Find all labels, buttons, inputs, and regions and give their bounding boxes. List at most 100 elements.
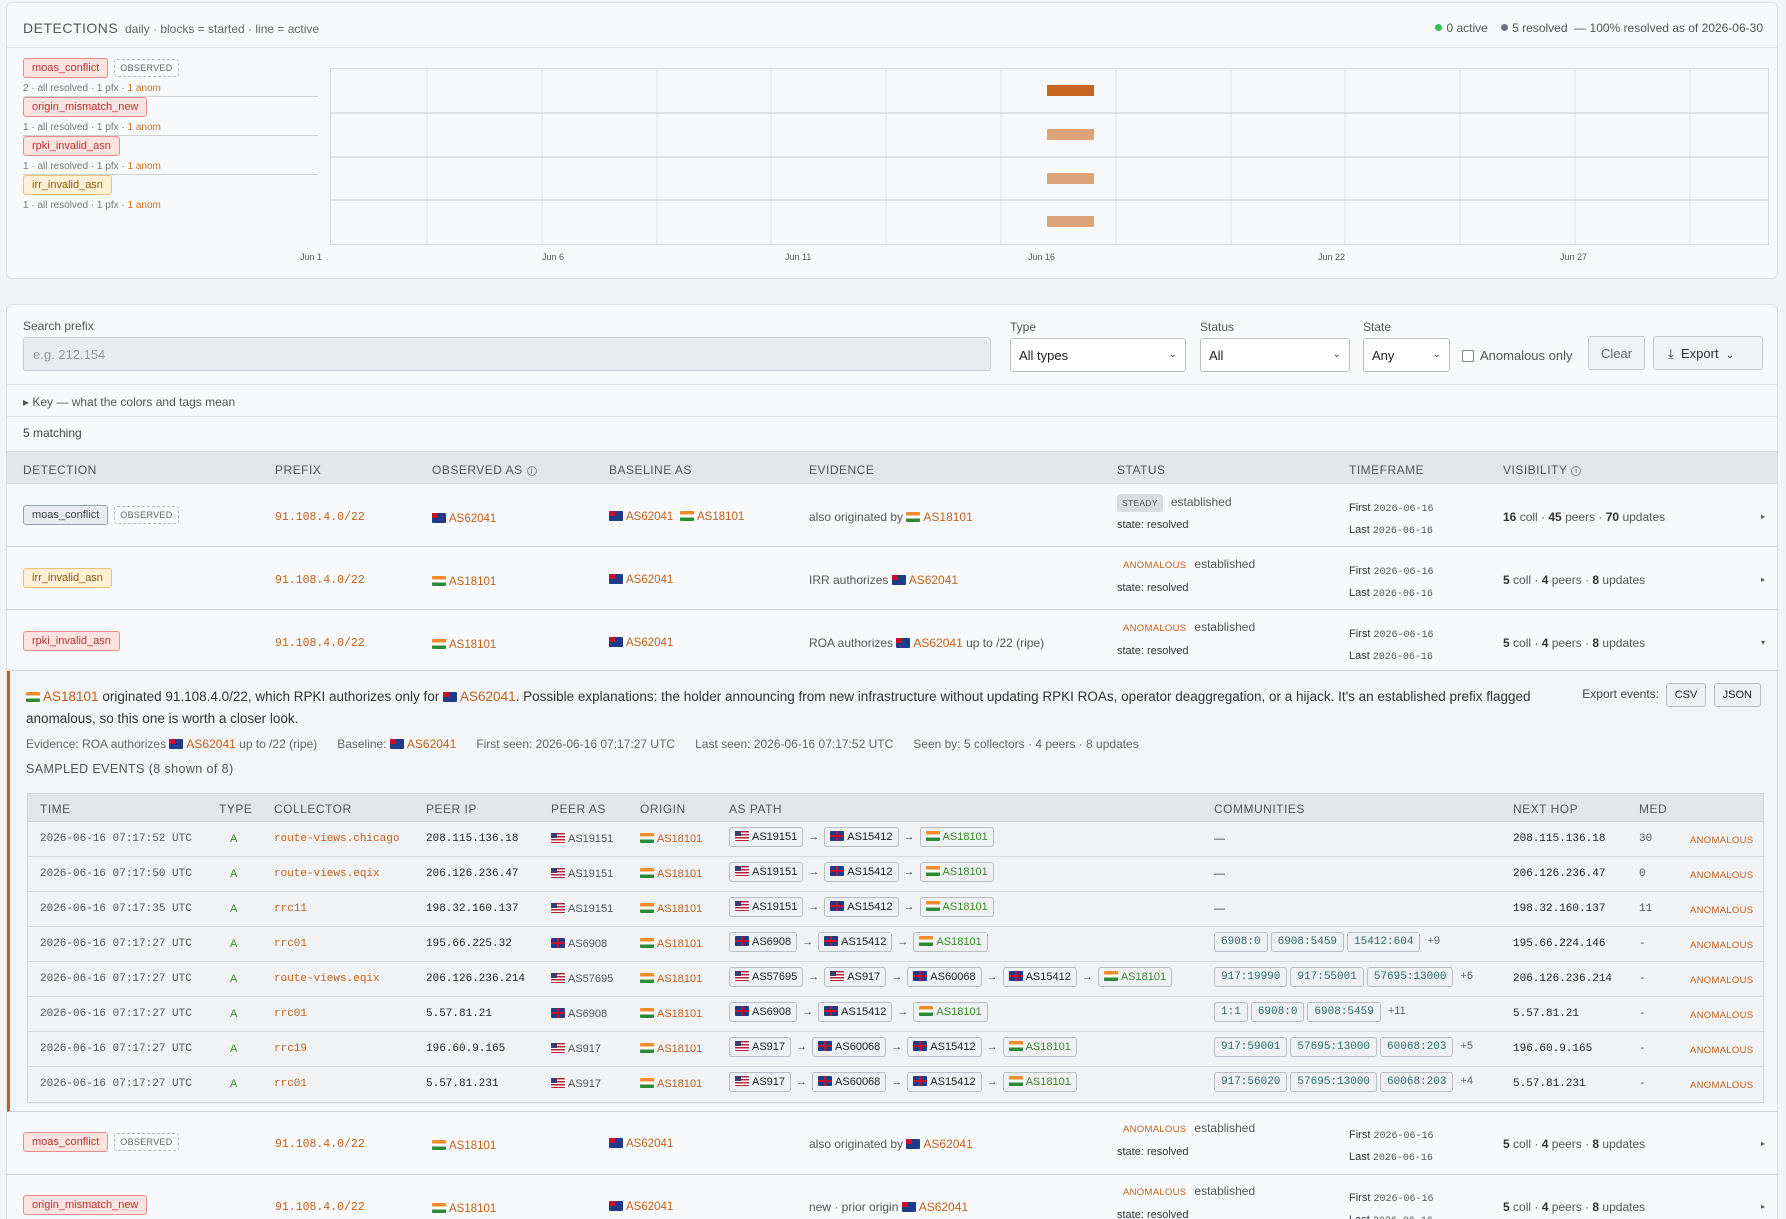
baseline-as-link[interactable]: AS62041 <box>626 511 673 523</box>
chevron-right-icon[interactable]: ▸ <box>1761 1202 1765 1211</box>
anomalous-only-toggle[interactable]: Anomalous only <box>1462 348 1573 363</box>
col-observed-as[interactable]: OBSERVED AS i <box>432 463 537 477</box>
observed-as-link[interactable]: AS18101 <box>449 1203 496 1215</box>
ev-col-time[interactable]: TIME <box>40 802 71 816</box>
community-pill[interactable]: 15412:604 <box>1347 932 1421 952</box>
export-button[interactable]: ⤓ Export ⌄ <box>1653 336 1763 370</box>
evidence-as-link[interactable]: AS62041 <box>923 1137 972 1151</box>
info-icon[interactable]: i <box>526 466 537 476</box>
event-peer-as-value[interactable]: AS19151 <box>568 903 613 915</box>
as-path-hop[interactable]: AS15412 <box>818 1002 893 1022</box>
event-origin-value[interactable]: AS18101 <box>657 973 702 985</box>
search-prefix-input[interactable]: e.g. 212.154 <box>23 337 991 371</box>
as-path-hop[interactable]: AS18101 <box>1002 1037 1077 1057</box>
col-timeframe[interactable]: TIMEFRAME <box>1349 463 1424 477</box>
community-pill[interactable]: 917:59001 <box>1214 1037 1288 1057</box>
ev-col-med[interactable]: MED <box>1639 802 1667 816</box>
type-select[interactable]: All types ⌄ <box>1010 338 1186 372</box>
event-peer-as-value[interactable]: AS19151 <box>568 833 613 845</box>
community-pill[interactable]: 917:19990 <box>1214 967 1288 987</box>
detail-evidence-as[interactable]: AS62041 <box>186 737 235 751</box>
event-collector[interactable]: rrc01 <box>274 1078 307 1090</box>
communities-more[interactable]: +5 <box>1460 1040 1473 1052</box>
detection-row[interactable]: rpki_invalid_asn 91.108.4.0/22 AS18101 AS62… <box>7 611 1777 671</box>
community-pill[interactable]: 6908:0 <box>1214 932 1268 952</box>
communities-more[interactable]: +9 <box>1427 935 1440 947</box>
as-path-hop[interactable]: AS19151 <box>729 897 804 917</box>
as-path-hop[interactable]: AS18101 <box>1002 1072 1077 1092</box>
communities-more[interactable]: +4 <box>1460 1075 1473 1087</box>
ev-col-as-path[interactable]: AS PATH <box>729 802 782 816</box>
as-path-hop[interactable]: AS15412 <box>1002 967 1077 987</box>
community-pill[interactable]: 6908:5459 <box>1307 1002 1381 1022</box>
event-origin-value[interactable]: AS18101 <box>657 938 702 950</box>
baseline-as-link[interactable]: AS62041 <box>626 637 673 649</box>
as-path-hop[interactable]: AS19151 <box>729 827 804 847</box>
event-peer-as-value[interactable]: AS19151 <box>568 868 613 880</box>
event-origin-value[interactable]: AS18101 <box>657 1078 702 1090</box>
col-detection[interactable]: DETECTION <box>23 463 97 477</box>
evidence-as-link[interactable]: AS62041 <box>909 573 958 587</box>
chevron-right-icon[interactable]: ▸ <box>1761 1139 1765 1148</box>
community-pill[interactable]: 57695:13000 <box>1290 1037 1378 1057</box>
community-pill[interactable]: 917:56020 <box>1214 1072 1288 1092</box>
event-collector[interactable]: route-views.eqix <box>274 868 380 880</box>
info-icon[interactable]: i <box>1571 466 1582 476</box>
baseline-as-link[interactable]: AS62041 <box>626 1138 673 1150</box>
key-toggle[interactable]: ▸ Key — what the colors and tags mean <box>23 395 235 409</box>
as-path-hop[interactable]: AS18101 <box>919 897 994 917</box>
as-path-hop[interactable]: AS60068 <box>907 967 982 987</box>
as-path-hop[interactable]: AS15412 <box>818 932 893 952</box>
event-origin-value[interactable]: AS18101 <box>657 1043 702 1055</box>
chevron-right-icon[interactable]: ▸ <box>1761 575 1765 584</box>
evidence-as-link[interactable]: AS18101 <box>923 510 972 524</box>
detection-block[interactable] <box>1047 173 1094 184</box>
as-path-hop[interactable]: AS6908 <box>729 1002 798 1022</box>
col-evidence[interactable]: EVIDENCE <box>809 463 874 477</box>
event-peer-as-value[interactable]: AS57695 <box>568 973 613 985</box>
as-path-hop[interactable]: AS19151 <box>729 862 804 882</box>
col-baseline-as[interactable]: BASELINE AS <box>609 463 692 477</box>
ev-col-communities[interactable]: COMMUNITIES <box>1214 802 1305 816</box>
event-peer-as-value[interactable]: AS6908 <box>568 938 607 950</box>
event-row[interactable]: 2026-06-16 07:17:35 UTC Arrc11 198.32.160.… <box>28 892 1763 927</box>
event-row[interactable]: 2026-06-16 07:17:27 UTC Arrc01 5.57.81.21 A… <box>28 997 1763 1032</box>
ev-col-collector[interactable]: COLLECTOR <box>274 802 352 816</box>
row-prefix[interactable]: 91.108.4.0/22 <box>275 1201 365 1214</box>
col-visibility[interactable]: VISIBILITY i <box>1503 463 1582 477</box>
chevron-down-icon[interactable]: ▾ <box>1761 638 1765 647</box>
communities-more[interactable]: +6 <box>1460 970 1473 982</box>
event-peer-as-value[interactable]: AS917 <box>568 1078 601 1090</box>
detection-row[interactable]: irr_invalid_asn 91.108.4.0/22 AS18101 AS620… <box>7 548 1777 610</box>
as-path-hop[interactable]: AS18101 <box>913 1002 988 1022</box>
as-path-hop[interactable]: AS60068 <box>812 1072 887 1092</box>
community-pill[interactable]: 6908:5459 <box>1270 932 1345 952</box>
community-pill[interactable]: 60068:203 <box>1380 1072 1454 1092</box>
community-pill[interactable]: 57695:13000 <box>1290 1072 1378 1092</box>
detection-block[interactable] <box>1047 216 1094 227</box>
event-collector[interactable]: rrc01 <box>274 1008 307 1020</box>
detection-tag[interactable]: rpki_invalid_asn <box>23 136 120 156</box>
ev-col-type[interactable]: TYPE <box>219 802 252 816</box>
detail-origin-as[interactable]: AS18101 <box>43 689 99 704</box>
detection-tag[interactable]: moas_conflict <box>23 505 109 525</box>
event-collector[interactable]: route-views.chicago <box>274 833 399 845</box>
detection-tag[interactable]: origin_mismatch_new <box>23 97 148 117</box>
col-prefix[interactable]: PREFIX <box>275 463 321 477</box>
as-path-hop[interactable]: AS917 <box>729 1072 792 1092</box>
detection-row[interactable]: moas_conflict OBSERVED 91.108.4.0/22 AS6204… <box>7 485 1777 547</box>
evidence-as-link[interactable]: AS62041 <box>919 1200 968 1214</box>
detection-tag[interactable]: moas_conflict <box>23 1132 109 1152</box>
detection-row[interactable]: moas_conflict OBSERVED 91.108.4.0/22 AS1810… <box>7 1112 1777 1175</box>
event-row[interactable]: 2026-06-16 07:17:52 UTC Aroute-views.chic… <box>28 822 1763 857</box>
community-pill[interactable]: 917:55001 <box>1290 967 1364 987</box>
as-path-hop[interactable]: AS60068 <box>812 1037 887 1057</box>
as-path-hop[interactable]: AS18101 <box>919 827 994 847</box>
event-collector[interactable]: rrc19 <box>274 1043 307 1055</box>
detection-tag[interactable]: irr_invalid_asn <box>23 175 112 195</box>
row-prefix[interactable]: 91.108.4.0/22 <box>275 1138 365 1151</box>
as-path-hop[interactable]: AS57695 <box>729 967 804 987</box>
csv-button[interactable]: CSV <box>1665 683 1707 707</box>
detection-tag[interactable]: moas_conflict <box>23 58 109 78</box>
as-path-hop[interactable]: AS917 <box>729 1037 792 1057</box>
